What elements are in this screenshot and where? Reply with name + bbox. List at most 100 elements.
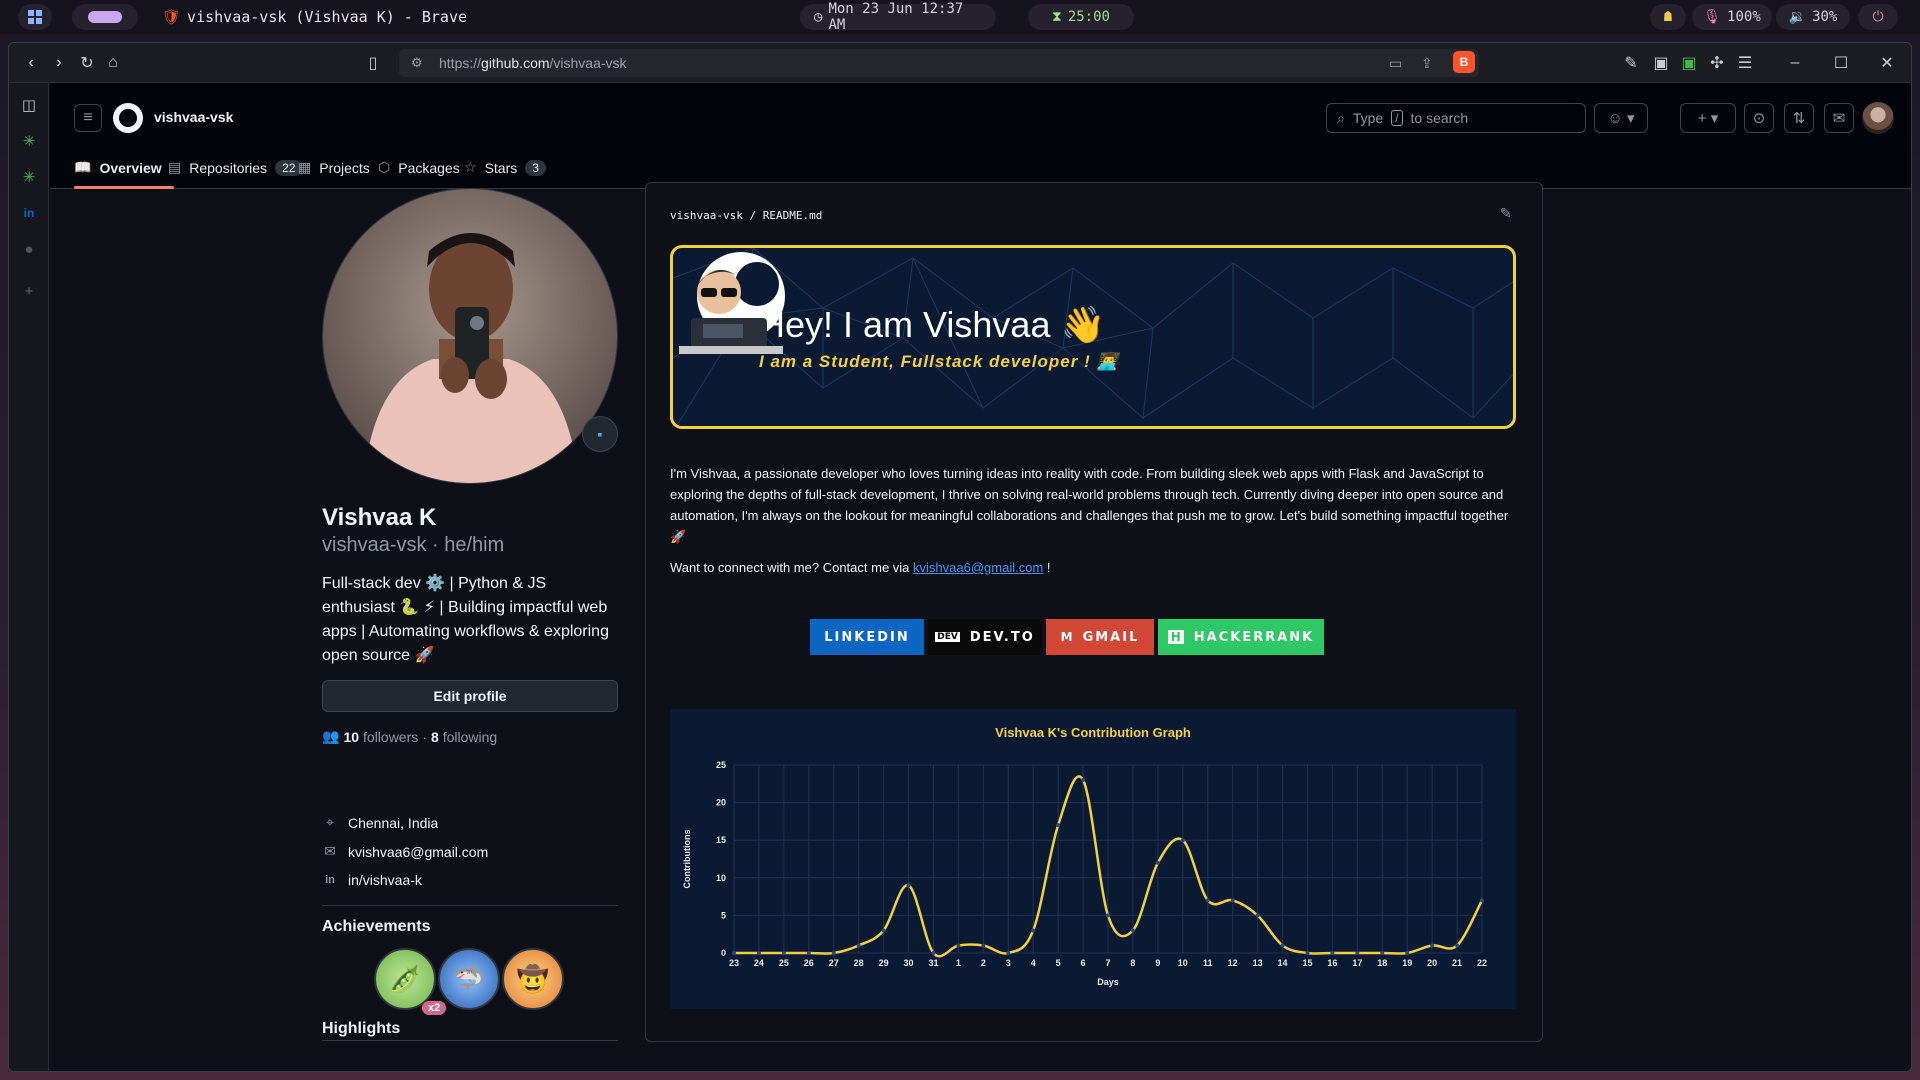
maximize-icon[interactable]: ☐ bbox=[1829, 51, 1853, 75]
linkedin-link[interactable]: in in/vishvaa-k bbox=[322, 872, 422, 888]
tray-app-icon[interactable]: ☗ bbox=[1650, 4, 1686, 30]
linkedin-badge[interactable]: LINKEDIN bbox=[810, 619, 924, 655]
data-point bbox=[1155, 860, 1160, 865]
minimize-icon[interactable]: – bbox=[1783, 51, 1807, 75]
x-tick-label: 27 bbox=[829, 958, 839, 968]
tab-packages[interactable]: ⬡ Packages bbox=[378, 159, 460, 176]
hamburger-menu-icon[interactable]: ≡ bbox=[74, 104, 102, 132]
tab-repositories[interactable]: ▤ Repositories 22 bbox=[168, 159, 303, 176]
add-icon[interactable]: + bbox=[17, 279, 41, 303]
app-icon[interactable]: ✳ bbox=[17, 129, 41, 153]
tab-overview[interactable]: 📖 Overview bbox=[74, 159, 162, 176]
following-link[interactable]: following bbox=[443, 729, 497, 745]
forward-icon[interactable]: › bbox=[47, 51, 71, 75]
extension-green-icon[interactable]: ▣ bbox=[1677, 51, 1701, 75]
menu-icon[interactable]: ☰ bbox=[1733, 51, 1757, 75]
power-icon[interactable]: ⏻ bbox=[1858, 4, 1898, 30]
tab-projects[interactable]: ▦ Projects bbox=[298, 159, 370, 176]
y-tick-label: 10 bbox=[716, 873, 726, 883]
achievement-pull-shark-icon[interactable]: 🦈 bbox=[438, 948, 500, 1010]
sidebar-toggle-icon[interactable]: ◫ bbox=[17, 93, 41, 117]
status-emoji-icon[interactable]: ▪ bbox=[582, 416, 618, 452]
package-icon: ⬡ bbox=[378, 159, 391, 175]
microphone-status[interactable]: 🎙 100% bbox=[1692, 4, 1772, 30]
follow-stats: 👥 10 followers · 8 following bbox=[322, 728, 498, 745]
back-icon[interactable]: ‹ bbox=[19, 51, 43, 75]
extension-icon[interactable]: ▣ bbox=[1649, 51, 1673, 75]
data-point bbox=[981, 943, 986, 948]
x-tick-label: 31 bbox=[928, 958, 938, 968]
followers-link[interactable]: followers bbox=[363, 729, 418, 745]
readme-path-user[interactable]: vishvaa-vsk bbox=[670, 209, 743, 222]
data-point bbox=[1380, 951, 1385, 955]
cast-icon[interactable]: ▭ bbox=[1389, 55, 1402, 72]
bookmark-icon[interactable]: ▯ bbox=[361, 51, 385, 75]
clock[interactable]: ◷ Mon 23 Jun 12:37 AM bbox=[800, 1, 996, 33]
reload-icon[interactable]: ↻ bbox=[75, 51, 99, 75]
star-icon: ☆ bbox=[464, 159, 477, 175]
y-tick-label: 25 bbox=[716, 760, 726, 770]
inbox-icon[interactable]: ✉ bbox=[1824, 103, 1854, 133]
pull-requests-icon[interactable]: ⇅ bbox=[1784, 103, 1814, 133]
linkedin-icon: in bbox=[325, 874, 335, 886]
gmail-logo-icon: M bbox=[1060, 630, 1073, 644]
search-input[interactable]: ⌕ Type / to search bbox=[1326, 103, 1586, 133]
readme-contact: Want to connect with me? Contact me via … bbox=[670, 560, 1051, 575]
x-tick-label: 4 bbox=[1031, 958, 1036, 968]
volume-status[interactable]: 🔉 30% bbox=[1776, 4, 1850, 30]
copilot-button[interactable]: ☺ ▾ bbox=[1594, 103, 1648, 133]
x-tick-label: 15 bbox=[1302, 958, 1312, 968]
pomodoro-timer[interactable]: ⧗ 25:00 bbox=[1028, 4, 1134, 30]
create-new-button[interactable]: + ▾ bbox=[1680, 103, 1736, 133]
data-point bbox=[1480, 898, 1484, 903]
linkedin-icon[interactable]: in bbox=[17, 201, 41, 225]
github-logo-icon[interactable] bbox=[113, 103, 143, 133]
user-avatar[interactable] bbox=[1862, 102, 1894, 134]
github-icon[interactable]: ● bbox=[17, 237, 41, 261]
gmail-badge[interactable]: M GMAIL bbox=[1046, 619, 1154, 655]
achievement-yolo-icon[interactable]: 🤠 bbox=[502, 948, 564, 1010]
data-point bbox=[1330, 951, 1335, 955]
email[interactable]: ✉ kvishvaa6@gmail.com bbox=[322, 843, 488, 860]
following-count[interactable]: 8 bbox=[431, 729, 439, 745]
puzzle-icon[interactable]: ✣ bbox=[1705, 51, 1729, 75]
windows-start-icon[interactable] bbox=[18, 4, 52, 30]
edit-profile-button[interactable]: Edit profile bbox=[322, 680, 618, 712]
address-bar[interactable]: ⚙ https://github.com/vishvaa-vsk ▭ ⇪ bbox=[399, 49, 1479, 77]
issues-icon[interactable]: ⊙ bbox=[1744, 103, 1774, 133]
brave-shields-icon[interactable]: B bbox=[1453, 51, 1475, 73]
data-point bbox=[806, 951, 811, 955]
profile-avatar[interactable] bbox=[322, 188, 618, 484]
workspace-indicator[interactable] bbox=[72, 4, 138, 30]
achievement-multiplier: x2 bbox=[422, 1001, 447, 1015]
data-point bbox=[1031, 928, 1036, 933]
y-axis-label: Contributions bbox=[682, 830, 692, 889]
x-axis-label: Days bbox=[1097, 977, 1119, 987]
followers-count[interactable]: 10 bbox=[343, 729, 359, 745]
contact-email-link[interactable]: kvishvaa6@gmail.com bbox=[913, 560, 1043, 575]
close-icon[interactable]: ✕ bbox=[1875, 51, 1899, 75]
data-point bbox=[1255, 913, 1260, 918]
location: ⌖ Chennai, India bbox=[322, 814, 438, 831]
data-point bbox=[1180, 838, 1185, 843]
data-point bbox=[1405, 951, 1410, 955]
app-icon[interactable]: ✳ bbox=[17, 165, 41, 189]
readme-intro: I'm Vishvaa, a passionate developer who … bbox=[670, 466, 1509, 544]
home-icon[interactable]: ⌂ bbox=[101, 51, 125, 75]
achievements-title: Achievements bbox=[322, 918, 431, 935]
devto-badge[interactable]: DEV DEV.TO bbox=[928, 619, 1042, 655]
data-point bbox=[756, 951, 761, 955]
header-username[interactable]: vishvaa-vsk bbox=[154, 109, 233, 125]
x-tick-label: 22 bbox=[1477, 958, 1487, 968]
share-icon[interactable]: ⇪ bbox=[1421, 55, 1433, 72]
readme-path-file[interactable]: README.md bbox=[763, 209, 823, 222]
copilot-icon: ☺ bbox=[1607, 109, 1623, 127]
pencil-icon[interactable]: ✎ bbox=[1500, 205, 1512, 222]
tab-stars[interactable]: ☆ Stars 3 bbox=[464, 159, 546, 176]
site-info-icon[interactable]: ⚙ bbox=[411, 55, 423, 71]
eyedropper-icon[interactable]: ✎ bbox=[1619, 51, 1643, 75]
x-tick-label: 25 bbox=[779, 958, 789, 968]
x-tick-label: 7 bbox=[1105, 958, 1110, 968]
hackerrank-badge[interactable]: H HACKERRANK bbox=[1158, 619, 1324, 655]
hackerrank-logo-icon: H bbox=[1167, 630, 1184, 644]
